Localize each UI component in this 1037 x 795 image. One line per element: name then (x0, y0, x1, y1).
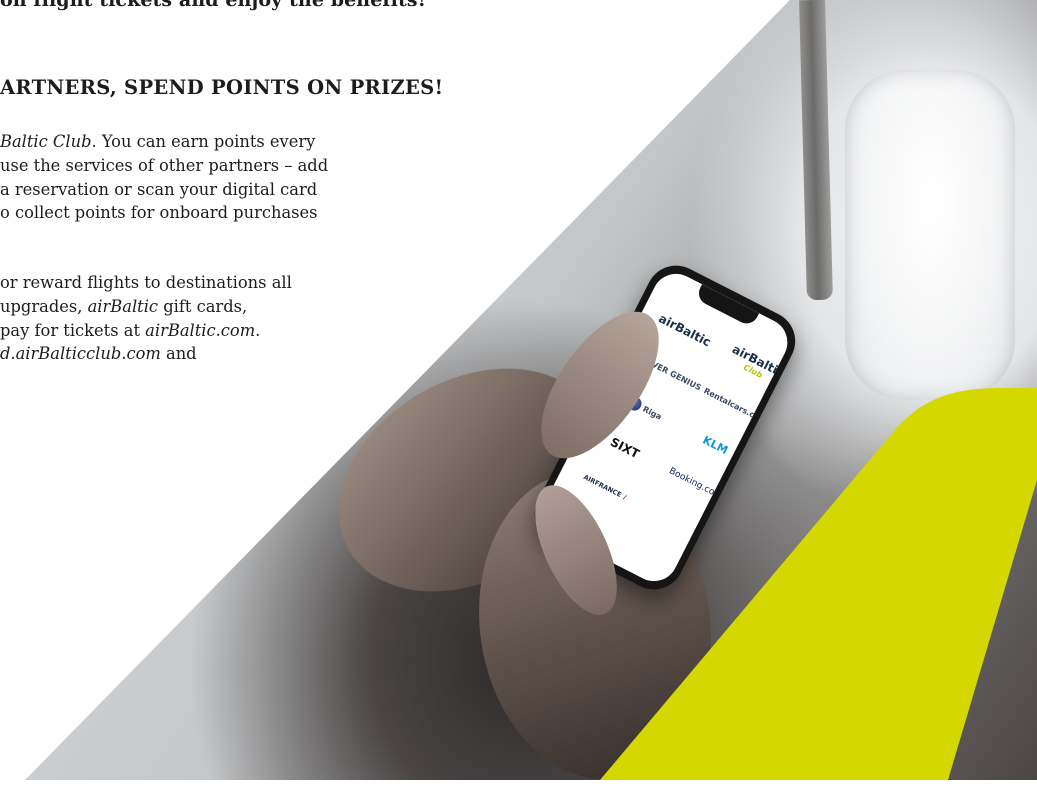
lime-tail-path (600, 388, 1037, 780)
lime-tail-shape (600, 388, 1037, 780)
